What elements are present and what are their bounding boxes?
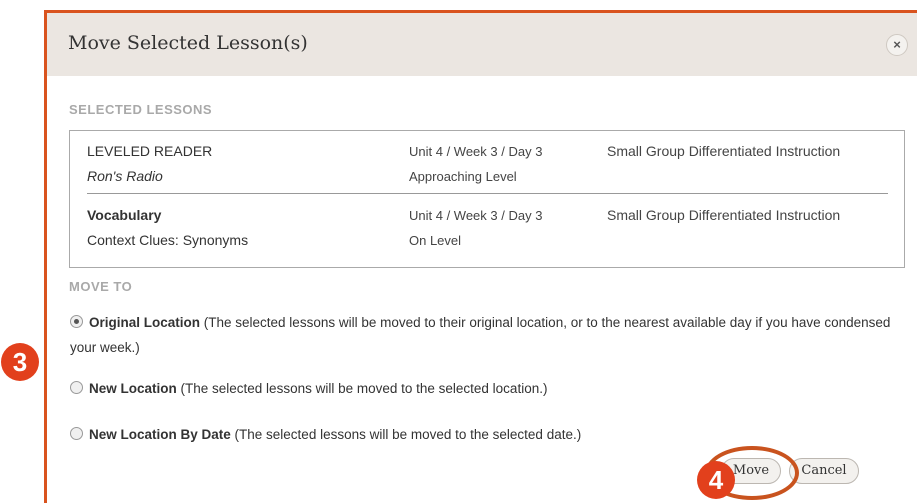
lesson-type: Small Group Differentiated Instruction: [607, 207, 841, 223]
option-title: New Location: [89, 381, 177, 396]
lesson-unit: Unit 4 / Week 3 / Day 3: [409, 208, 543, 223]
lesson-level: On Level: [409, 233, 462, 248]
step-3-badge: 3: [1, 343, 39, 381]
lesson-name: Vocabulary: [87, 207, 162, 223]
option-new-location-by-date[interactable]: New Location By Date (The selected lesso…: [70, 422, 910, 447]
option-title: Original Location: [89, 315, 201, 330]
row-divider: [87, 193, 888, 194]
lesson-name: LEVELED READER: [87, 143, 213, 159]
dialog-title: Move Selected Lesson(s): [68, 32, 308, 54]
move-to-label: MOVE TO: [69, 279, 133, 294]
option-description: (The selected lessons will be moved to t…: [176, 381, 548, 396]
selected-lessons-table: LEVELED READER Ron's Radio Unit 4 / Week…: [69, 130, 905, 268]
dialog-header: Move Selected Lesson(s) ×: [47, 13, 917, 76]
option-new-location[interactable]: New Location (The selected lessons will …: [70, 376, 910, 401]
cancel-button[interactable]: Cancel: [789, 458, 859, 484]
lesson-subtitle: Context Clues: Synonyms: [87, 232, 249, 248]
close-icon[interactable]: ×: [886, 34, 908, 56]
lesson-unit: Unit 4 / Week 3 / Day 3: [409, 144, 543, 159]
option-title: New Location By Date: [89, 427, 231, 442]
new-location-radio[interactable]: [70, 381, 83, 394]
step-4-badge: 4: [697, 461, 735, 499]
option-description: (The selected lessons will be moved to t…: [230, 427, 582, 442]
lesson-subtitle: Ron's Radio: [87, 168, 163, 184]
lesson-level: Approaching Level: [409, 169, 517, 184]
selected-lessons-label: SELECTED LESSONS: [69, 102, 213, 117]
new-location-by-date-radio[interactable]: [70, 427, 83, 440]
original-location-radio[interactable]: [70, 315, 83, 328]
move-lessons-dialog: Move Selected Lesson(s) × SELECTED LESSO…: [44, 10, 917, 503]
option-original-location[interactable]: Original Location (The selected lessons …: [70, 310, 910, 360]
lesson-type: Small Group Differentiated Instruction: [607, 143, 841, 159]
